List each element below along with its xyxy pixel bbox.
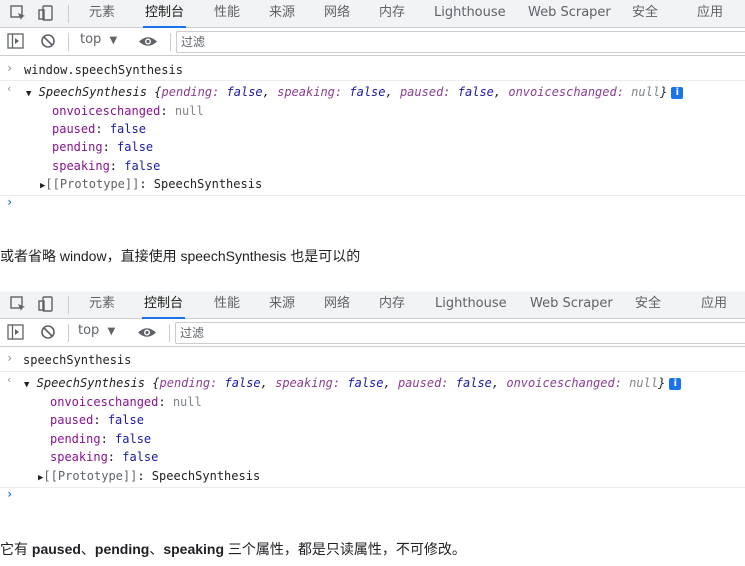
input-prompt-icon: › — [6, 351, 14, 365]
context-selector[interactable]: top ▼ — [80, 32, 117, 47]
paragraph-1: 或者省略 window，直接使用 speechSynthesis 也是可以的 — [0, 248, 361, 264]
tab-memory[interactable]: 内存 — [379, 0, 405, 27]
expand-arrow-icon[interactable]: ▼ — [26, 89, 31, 99]
tab-security[interactable]: 安全 — [635, 291, 661, 318]
eye-icon[interactable] — [137, 326, 157, 339]
property-row: pending: false — [50, 432, 152, 446]
property-row: paused: false — [50, 413, 144, 427]
devtools-tabbar: 元素 控制台 性能 来源 网络 内存 Lighthouse Web Scrape… — [0, 291, 745, 319]
filter-input[interactable] — [176, 323, 745, 343]
summary-preview: {pending: false, speaking: false, paused… — [154, 85, 668, 99]
console-filter[interactable] — [176, 31, 745, 53]
tab-console[interactable]: 控制台 — [142, 0, 187, 28]
inspect-element-icon[interactable] — [9, 295, 27, 313]
clear-console-icon[interactable] — [40, 324, 56, 340]
property-row: onvoiceschanged: null — [50, 395, 202, 409]
context-label: top — [78, 323, 100, 338]
prototype-row[interactable]: ▶[[Prototype]]: SpeechSynthesis — [38, 469, 260, 483]
filter-input[interactable] — [177, 32, 745, 52]
console-toolbar: top ▼ — [0, 28, 745, 56]
chevron-down-icon: ▼ — [107, 326, 116, 337]
console-filter[interactable] — [175, 322, 745, 344]
tab-web-scraper[interactable]: Web Scraper — [528, 0, 611, 27]
tab-security[interactable]: 安全 — [632, 0, 658, 27]
tab-sources[interactable]: 来源 — [269, 291, 295, 318]
tab-network[interactable]: 网络 — [324, 291, 350, 318]
output-return-icon: ‹ — [6, 82, 13, 95]
tab-lighthouse[interactable]: Lighthouse — [435, 291, 507, 318]
object-summary[interactable]: ▼ SpeechSynthesis {pending: false, speak… — [26, 85, 684, 99]
device-toolbar-icon[interactable] — [37, 295, 55, 313]
device-toolbar-icon[interactable] — [37, 4, 55, 22]
devtools-tabbar: 元素 控制台 性能 来源 网络 内存 Lighthouse Web Scrape… — [0, 0, 745, 28]
object-summary[interactable]: ▼ SpeechSynthesis {pending: false, speak… — [24, 376, 682, 390]
class-name: SpeechSynthesis — [36, 376, 146, 390]
devtools-panel-1: 元素 控制台 性能 来源 网络 内存 Lighthouse Web Scrape… — [0, 0, 745, 222]
property-row: onvoiceschanged: null — [52, 104, 204, 118]
devtools-panel-2: 元素 控制台 性能 来源 网络 内存 Lighthouse Web Scrape… — [0, 291, 745, 516]
info-icon[interactable]: i — [669, 377, 682, 390]
chevron-down-icon: ▼ — [109, 35, 118, 46]
info-icon[interactable]: i — [671, 86, 684, 99]
context-selector[interactable]: top ▼ — [78, 323, 115, 338]
console-toolbar: top ▼ — [0, 319, 745, 347]
tab-elements[interactable]: 元素 — [89, 291, 115, 318]
inspect-element-icon[interactable] — [9, 4, 27, 22]
tab-performance[interactable]: 性能 — [214, 291, 240, 318]
clear-console-icon[interactable] — [40, 33, 56, 49]
paragraph-2: 它有 paused、pending、speaking 三个属性，都是只读属性，不… — [0, 541, 466, 557]
context-label: top — [80, 32, 102, 47]
sidebar-toggle-icon[interactable] — [7, 33, 24, 49]
console-prompt-icon[interactable]: › — [6, 195, 13, 209]
tab-sources[interactable]: 来源 — [269, 0, 295, 27]
output-return-icon: ‹ — [6, 373, 13, 386]
console-input-line: window.speechSynthesis — [24, 63, 183, 77]
tab-application[interactable]: 应用 — [697, 0, 723, 27]
console-input-line: speechSynthesis — [23, 353, 132, 367]
prototype-row[interactable]: ▶[[Prototype]]: SpeechSynthesis — [40, 177, 262, 191]
tab-application[interactable]: 应用 — [701, 291, 727, 318]
console-prompt-icon[interactable]: › — [6, 487, 13, 501]
tab-network[interactable]: 网络 — [324, 0, 350, 27]
property-row: pending: false — [52, 140, 154, 154]
tab-lighthouse[interactable]: Lighthouse — [434, 0, 506, 27]
tab-performance[interactable]: 性能 — [214, 0, 240, 27]
tab-console[interactable]: 控制台 — [141, 291, 186, 319]
class-name: SpeechSynthesis — [38, 85, 148, 99]
tab-web-scraper[interactable]: Web Scraper — [530, 291, 613, 318]
tab-memory[interactable]: 内存 — [379, 291, 405, 318]
input-prompt-icon: › — [6, 61, 14, 75]
sidebar-toggle-icon[interactable] — [7, 324, 24, 340]
summary-preview: {pending: false, speaking: false, paused… — [152, 376, 666, 390]
property-row: paused: false — [52, 122, 146, 136]
property-row: speaking: false — [52, 159, 161, 173]
property-row: speaking: false — [50, 450, 159, 464]
eye-icon[interactable] — [138, 35, 158, 48]
expand-arrow-icon[interactable]: ▼ — [24, 380, 29, 390]
tab-elements[interactable]: 元素 — [89, 0, 115, 27]
